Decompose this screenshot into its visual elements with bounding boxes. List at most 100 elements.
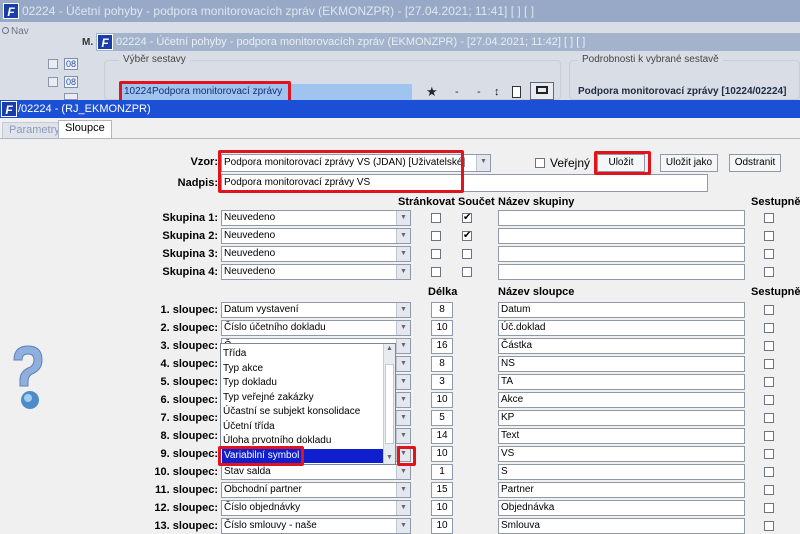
monitor-icon-button[interactable] [530, 82, 554, 100]
strankovat-checkbox[interactable] [431, 249, 441, 259]
sestupne-checkbox[interactable] [764, 359, 774, 369]
chevron-down-icon[interactable]: ▼ [396, 375, 410, 389]
nazev-skupiny-input[interactable] [498, 228, 745, 244]
dropdown-scrollbar[interactable]: ▲ ▼ [383, 344, 395, 464]
document-icon[interactable] [512, 86, 521, 98]
delka-input[interactable]: 3 [431, 374, 453, 390]
delka-input[interactable]: 10 [431, 392, 453, 408]
scroll-thumb[interactable] [385, 364, 394, 444]
nazev-sloupce-input[interactable]: TA [498, 374, 745, 390]
nazev-skupiny-input[interactable] [498, 264, 745, 280]
minus-icon[interactable]: - [455, 86, 459, 98]
soucet-checkbox[interactable]: ✔ [462, 231, 472, 241]
dropdown-option[interactable]: Typ akce [223, 362, 263, 376]
chevron-down-icon[interactable]: ▼ [396, 321, 410, 335]
scroll-down-icon[interactable]: ▼ [385, 454, 394, 463]
chevron-down-icon[interactable]: ▼ [396, 265, 410, 279]
soucet-checkbox[interactable] [462, 267, 472, 277]
sestupne-checkbox[interactable] [764, 431, 774, 441]
chevron-down-icon[interactable]: ▼ [396, 247, 410, 261]
nav-button[interactable]: Nav [2, 26, 29, 37]
chevron-down-icon[interactable]: ▼ [396, 519, 410, 533]
delka-input[interactable]: 1 [431, 464, 453, 480]
chevron-down-icon[interactable]: ▼ [396, 411, 410, 425]
sloupec-select[interactable]: Obchodní partner ▼ [221, 482, 411, 498]
sloupec-select[interactable]: Číslo smlouvy - naše ▼ [221, 518, 411, 534]
chevron-down-icon[interactable]: ▼ [396, 393, 410, 407]
chevron-down-icon[interactable]: ▼ [396, 357, 410, 371]
sestupne-checkbox[interactable] [764, 323, 774, 333]
sestupne-checkbox[interactable] [764, 305, 774, 315]
row-checkbox[interactable] [64, 93, 78, 100]
dropdown-option[interactable]: Třída [223, 347, 246, 361]
delka-input[interactable]: 10 [431, 518, 453, 534]
strankovat-checkbox[interactable] [431, 267, 441, 277]
sloupec-select[interactable]: Číslo účetního dokladu ▼ [221, 320, 411, 336]
nazev-sloupce-input[interactable]: Partner [498, 482, 745, 498]
sestupne-checkbox[interactable] [764, 485, 774, 495]
delka-input[interactable]: 15 [431, 482, 453, 498]
chevron-down-icon[interactable]: ▼ [396, 483, 410, 497]
delka-input[interactable]: 8 [431, 302, 453, 318]
dropdown-option[interactable]: Typ dokladu [223, 376, 277, 390]
sloupec-select[interactable]: Datum vystavení ▼ [221, 302, 411, 318]
tab-sloupce[interactable]: Sloupce [58, 120, 112, 138]
favorite-star-icon[interactable]: ★ [426, 84, 438, 100]
save-as-button[interactable]: Uložit jako [660, 154, 718, 172]
nazev-sloupce-input[interactable]: NS [498, 356, 745, 372]
sort-icon[interactable]: ↕ [494, 86, 500, 98]
chevron-down-icon[interactable]: ▼ [396, 429, 410, 443]
nazev-sloupce-input[interactable]: Částka [498, 338, 745, 354]
nazev-sloupce-input[interactable]: Datum [498, 302, 745, 318]
sestupne-checkbox[interactable] [764, 395, 774, 405]
chevron-down-icon[interactable]: ▼ [396, 211, 410, 225]
soucet-checkbox[interactable] [462, 249, 472, 259]
skupina-select[interactable]: Neuvedeno ▼ [221, 210, 411, 226]
nazev-sloupce-input[interactable]: VS [498, 446, 745, 462]
row-checkbox[interactable] [48, 59, 58, 69]
nazev-sloupce-input[interactable]: Akce [498, 392, 745, 408]
sestupne-checkbox[interactable] [764, 231, 774, 241]
sestupne-checkbox[interactable] [764, 503, 774, 513]
chevron-down-icon[interactable]: ▼ [396, 501, 410, 515]
dropdown-option[interactable]: Účastní se subjekt konsolidace [223, 405, 360, 419]
chevron-down-icon[interactable]: ▼ [476, 155, 490, 171]
verejny-checkbox[interactable] [535, 158, 545, 168]
delka-input[interactable]: 8 [431, 356, 453, 372]
sestupne-checkbox[interactable] [764, 413, 774, 423]
nazev-sloupce-input[interactable]: S [498, 464, 745, 480]
dropdown-option[interactable]: Typ veřejné zakázky [223, 391, 314, 405]
nazev-skupiny-input[interactable] [498, 210, 745, 226]
strankovat-checkbox[interactable] [431, 213, 441, 223]
delka-input[interactable]: 10 [431, 446, 453, 462]
nazev-sloupce-input[interactable]: Úč.doklad [498, 320, 745, 336]
sestupne-checkbox[interactable] [764, 341, 774, 351]
sestupne-checkbox[interactable] [764, 213, 774, 223]
sestupne-checkbox[interactable] [764, 449, 774, 459]
chevron-down-icon[interactable]: ▼ [396, 303, 410, 317]
skupina-select[interactable]: Neuvedeno ▼ [221, 228, 411, 244]
delka-input[interactable]: 10 [431, 320, 453, 336]
sloupec-select[interactable]: Číslo objednávky ▼ [221, 500, 411, 516]
delka-input[interactable]: 5 [431, 410, 453, 426]
soucet-checkbox[interactable]: ✔ [462, 213, 472, 223]
strankovat-checkbox[interactable] [431, 231, 441, 241]
skupina-select[interactable]: Neuvedeno ▼ [221, 264, 411, 280]
nazev-sloupce-input[interactable]: Text [498, 428, 745, 444]
sestupne-checkbox[interactable] [764, 467, 774, 477]
nazev-sloupce-input[interactable]: Objednávka [498, 500, 745, 516]
nazev-sloupce-input[interactable]: KP [498, 410, 745, 426]
row-number[interactable]: 08 [64, 58, 78, 70]
sestupne-checkbox[interactable] [764, 267, 774, 277]
delete-button[interactable]: Odstranit [729, 154, 781, 172]
nazev-skupiny-input[interactable] [498, 246, 745, 262]
delka-input[interactable]: 14 [431, 428, 453, 444]
skupina-select[interactable]: Neuvedeno ▼ [221, 246, 411, 262]
minus-icon[interactable]: - [477, 86, 481, 98]
row-number[interactable]: 08 [64, 76, 78, 88]
chevron-down-icon[interactable]: ▼ [396, 229, 410, 243]
sestupne-checkbox[interactable] [764, 521, 774, 531]
nazev-sloupce-input[interactable]: Smlouva [498, 518, 745, 534]
help-question-icon[interactable] [8, 344, 48, 412]
sestupne-checkbox[interactable] [764, 249, 774, 259]
